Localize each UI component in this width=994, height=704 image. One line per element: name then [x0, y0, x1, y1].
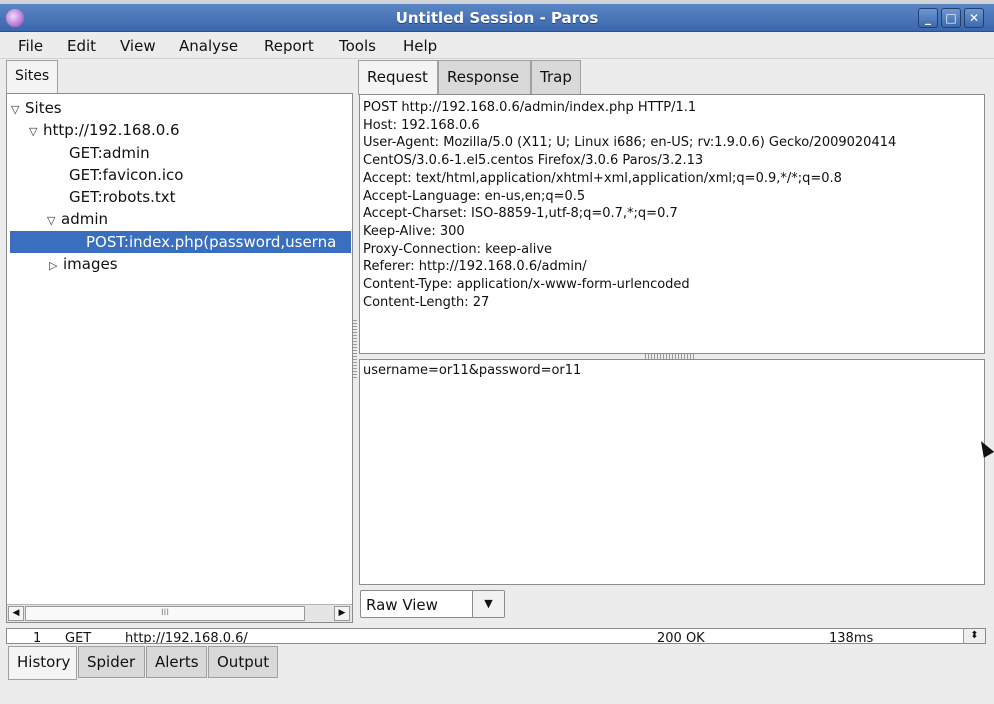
tree-node-sites[interactable]: ▽ Sites [11, 97, 62, 119]
tree-node-images[interactable]: ▷ images [49, 253, 118, 275]
expand-down-icon[interactable]: ▽ [11, 99, 25, 121]
close-button[interactable]: ✕ [964, 8, 984, 28]
expand-right-icon[interactable]: ▷ [49, 255, 63, 277]
history-row-time: 138ms [829, 631, 874, 644]
tree-node-get-favicon[interactable]: GET:favicon.ico [69, 164, 183, 186]
history-row-index: 1 [33, 631, 42, 644]
menu-view[interactable]: View [120, 37, 156, 55]
menu-analyse[interactable]: Analyse [179, 37, 238, 55]
header-line: User-Agent: Mozilla/5.0 (X11; U; Linux i… [363, 135, 897, 151]
header-line: Referer: http://192.168.0.6/admin/ [363, 259, 587, 275]
tree-node-get-robots[interactable]: GET:robots.txt [69, 186, 176, 208]
vertical-splitter[interactable] [353, 320, 357, 380]
tab-history[interactable]: History [8, 646, 77, 680]
horizontal-scrollbar[interactable]: ◀ III ▶ [7, 604, 352, 622]
menu-tools[interactable]: Tools [339, 37, 376, 55]
history-table[interactable]: 1 GET http://192.168.0.6/ 200 OK 138ms ⬍ [6, 628, 986, 644]
tab-spider[interactable]: Spider [78, 646, 145, 678]
tree-label: admin [61, 210, 108, 228]
scroll-left-icon[interactable]: ◀ [8, 606, 24, 621]
dropdown-arrow-icon[interactable]: ▼ [472, 591, 504, 617]
tree-node-post-index-selected[interactable]: POST:index.php(password,userna [10, 231, 351, 253]
expand-down-icon[interactable]: ▽ [29, 121, 43, 143]
sites-tree[interactable]: ▽ Sites ▽ http://192.168.0.6 GET:admin GET… [6, 93, 353, 623]
menu-report[interactable]: Report [264, 37, 314, 55]
header-line: Content-Length: 27 [363, 294, 490, 310]
tab-trap[interactable]: Trap [531, 60, 581, 94]
title-bar: Untitled Session - Paros _ □ ✕ [0, 4, 994, 32]
request-header-textarea[interactable]: POST http://192.168.0.6/admin/index.php … [359, 94, 985, 354]
tree-label: Sites [25, 99, 62, 117]
tree-node-admin[interactable]: ▽ admin [47, 208, 108, 230]
view-mode-value: Raw View [366, 596, 438, 614]
header-line: Accept-Language: en-us,en;q=0.5 [363, 188, 586, 204]
menu-edit[interactable]: Edit [67, 37, 96, 55]
tab-request[interactable]: Request [358, 60, 438, 95]
header-line: POST http://192.168.0.6/admin/index.php … [363, 100, 697, 115]
header-line: CentOS/3.0.6-1.el5.centos Firefox/3.0.6 … [363, 153, 704, 169]
scroll-thumb[interactable]: III [25, 606, 305, 621]
request-body-textarea[interactable]: username=or11&password=or11 [359, 359, 985, 585]
tab-response[interactable]: Response [438, 60, 531, 94]
window-title: Untitled Session - Paros [395, 9, 599, 27]
tab-sites[interactable]: Sites [6, 60, 58, 94]
tab-output[interactable]: Output [208, 646, 278, 678]
view-mode-dropdown[interactable]: Raw View ▼ [360, 590, 505, 618]
header-line: Proxy-Connection: keep-alive [363, 241, 553, 257]
expand-down-icon[interactable]: ▽ [47, 210, 61, 232]
tree-node-get-admin[interactable]: GET:admin [69, 142, 150, 164]
history-row-status: 200 OK [657, 631, 705, 644]
header-line: Keep-Alive: 300 [363, 223, 465, 239]
header-line: Accept-Charset: ISO-8859-1,utf-8;q=0.7,*… [363, 206, 678, 222]
tree-node-host[interactable]: ▽ http://192.168.0.6 [29, 119, 180, 141]
maximize-button[interactable]: □ [941, 8, 961, 28]
history-row-method: GET [65, 631, 92, 644]
header-line: Content-Type: application/x-www-form-url… [363, 277, 690, 293]
spinner-icon[interactable]: ⬍ [963, 629, 985, 643]
history-row-url: http://192.168.0.6/ [125, 631, 248, 644]
menu-file[interactable]: File [18, 37, 43, 55]
tab-alerts[interactable]: Alerts [146, 646, 207, 678]
header-line: Accept: text/html,application/xhtml+xml,… [363, 170, 842, 186]
menu-help[interactable]: Help [403, 37, 437, 55]
minimize-button[interactable]: _ [918, 8, 938, 28]
menu-bar: File Edit View Analyse Report Tools Help [0, 32, 994, 59]
tree-label: images [63, 255, 118, 273]
scroll-right-icon[interactable]: ▶ [334, 606, 350, 621]
tree-label: http://192.168.0.6 [43, 121, 180, 139]
header-line: Host: 192.168.0.6 [363, 117, 480, 133]
